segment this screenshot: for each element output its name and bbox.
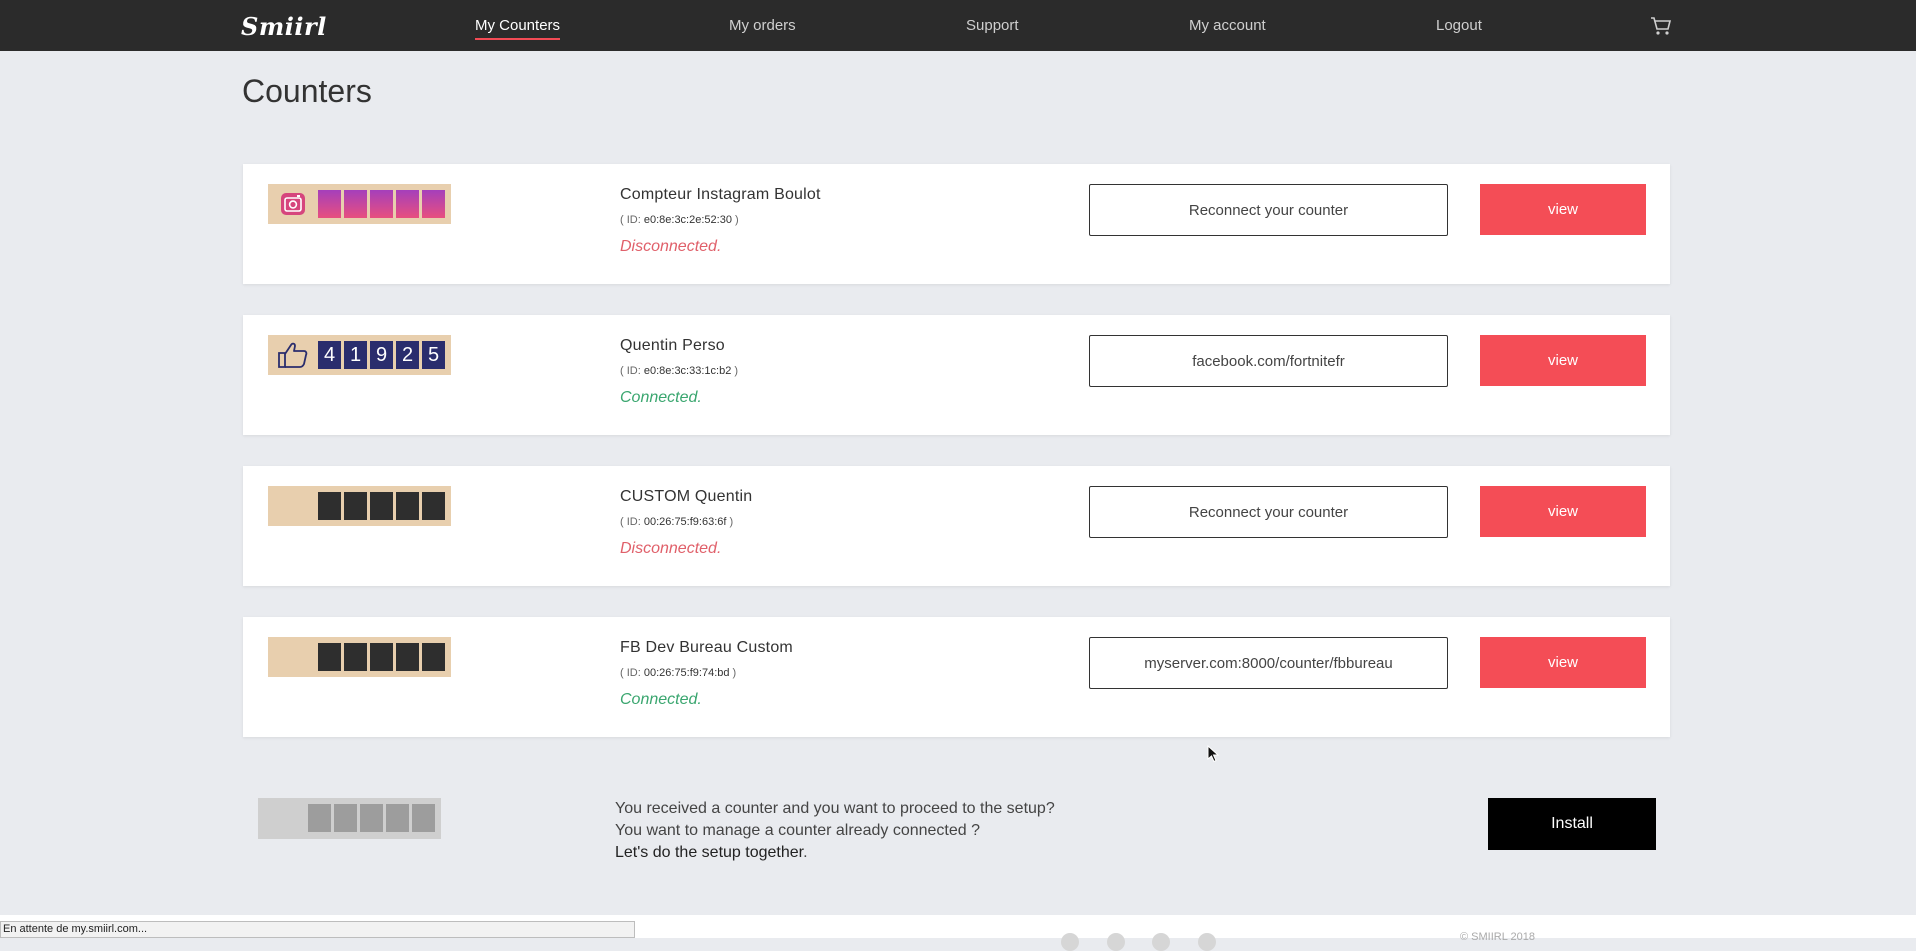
page-title: Counters — [242, 73, 372, 109]
counter-preview-image — [268, 637, 451, 677]
nav-my-orders[interactable]: My orders — [729, 17, 796, 34]
counter-digit: 9 — [370, 341, 393, 369]
counter-digit — [370, 190, 393, 218]
counter-digit — [422, 643, 445, 671]
counter-status: Disconnected. — [620, 540, 722, 557]
instagram-icon — [276, 190, 310, 218]
social-icon[interactable] — [1061, 933, 1079, 951]
view-button[interactable]: view — [1480, 637, 1646, 688]
counter-digit: 1 — [344, 341, 367, 369]
counter-digit — [344, 643, 367, 671]
counter-source-field[interactable]: myserver.com:8000/counter/fbbureau — [1089, 637, 1448, 689]
counter-source-field[interactable]: Reconnect your counter — [1089, 184, 1448, 236]
counter-digit — [422, 492, 445, 520]
setup-link[interactable]: Let's do the setup together — [615, 844, 803, 861]
top-nav-bar: Smiirl My Counters My orders Support My … — [0, 0, 1916, 51]
counter-name: CUSTOM Quentin — [620, 488, 753, 505]
counter-digit: 4 — [318, 341, 341, 369]
counter-digit — [318, 643, 341, 671]
counter-source-field[interactable]: Reconnect your counter — [1089, 486, 1448, 538]
thumbs-up-icon — [276, 341, 310, 369]
counter-digit — [396, 190, 419, 218]
counter-preview-image — [268, 486, 451, 526]
counter-id: ( ID: e0:8e:3c:33:1c:b2 ) — [620, 365, 739, 377]
counter-id: ( ID: 00:26:75:f9:63:6f ) — [620, 516, 734, 528]
nav-my-account[interactable]: My account — [1189, 17, 1266, 34]
counter-digit — [344, 492, 367, 520]
counter-name: FB Dev Bureau Custom — [620, 639, 793, 656]
counter-digit — [412, 804, 435, 832]
counter-digit — [308, 804, 331, 832]
counter-status: Disconnected. — [620, 238, 722, 255]
cart-icon[interactable] — [1650, 16, 1672, 36]
counter-card: CUSTOM Quentin ( ID: 00:26:75:f9:63:6f )… — [243, 466, 1670, 586]
counter-status: Connected. — [620, 389, 702, 406]
counter-digit — [370, 492, 393, 520]
counter-name: Compteur Instagram Boulot — [620, 186, 821, 203]
install-button[interactable]: Install — [1488, 798, 1656, 850]
counter-card: Compteur Instagram Boulot ( ID: e0:8e:3c… — [243, 164, 1670, 284]
counter-digit — [318, 190, 341, 218]
counter-digit — [318, 492, 341, 520]
setup-prompt: You received a counter and you want to p… — [615, 800, 1055, 861]
counter-id: ( ID: e0:8e:3c:2e:52:30 ) — [620, 214, 739, 226]
counter-digit — [386, 804, 409, 832]
counter-card: 4 1 9 2 5 Quentin Perso ( ID: e0:8e:3c:3… — [243, 315, 1670, 435]
counter-digit — [360, 804, 383, 832]
counter-status: Connected. — [620, 691, 702, 708]
nav-support[interactable]: Support — [966, 17, 1019, 34]
copyright: © SMIIRL 2018 — [1460, 931, 1535, 943]
counter-digit — [370, 643, 393, 671]
counter-digit — [334, 804, 357, 832]
view-button[interactable]: view — [1480, 486, 1646, 537]
nav-my-counters[interactable]: My Counters — [475, 17, 561, 40]
counter-preview-image — [268, 184, 451, 224]
view-button[interactable]: view — [1480, 184, 1646, 235]
mouse-cursor-icon — [1207, 744, 1221, 763]
counter-digit — [344, 190, 367, 218]
social-icon[interactable] — [1198, 933, 1216, 951]
new-counter-image — [258, 798, 441, 839]
nav-logout[interactable]: Logout — [1436, 17, 1482, 34]
counter-digit — [422, 190, 445, 218]
social-icon[interactable] — [1107, 933, 1125, 951]
counter-card: FB Dev Bureau Custom ( ID: 00:26:75:f9:7… — [243, 617, 1670, 737]
counter-name: Quentin Perso — [620, 337, 725, 354]
counter-digit: 2 — [396, 341, 419, 369]
counter-preview-image: 4 1 9 2 5 — [268, 335, 451, 375]
counter-digit — [396, 492, 419, 520]
social-icon[interactable] — [1152, 933, 1170, 951]
counter-source-field[interactable]: facebook.com/fortnitefr — [1089, 335, 1448, 387]
counter-digit — [396, 643, 419, 671]
counter-digit: 5 — [422, 341, 445, 369]
view-button[interactable]: view — [1480, 335, 1646, 386]
smiirl-logo[interactable]: Smiirl — [241, 12, 327, 41]
counter-id: ( ID: 00:26:75:f9:74:bd ) — [620, 667, 737, 679]
browser-status-bar: En attente de my.smiirl.com... — [0, 921, 635, 938]
